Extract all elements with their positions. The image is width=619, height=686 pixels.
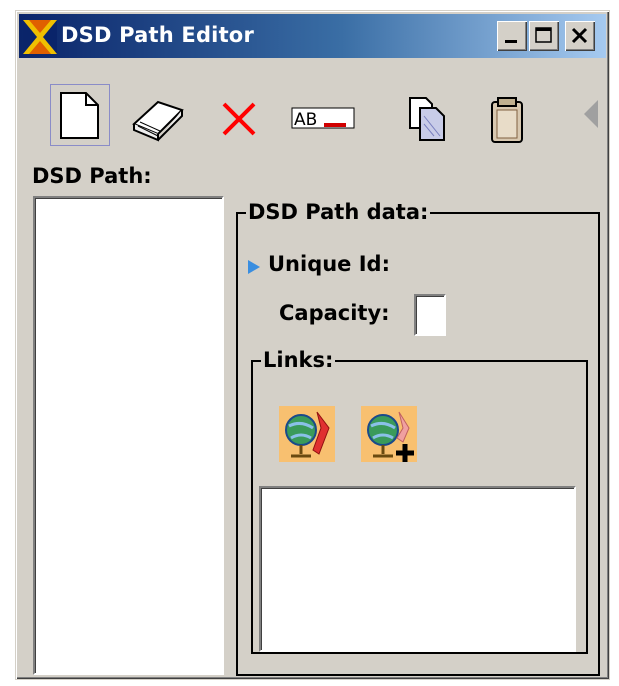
- title-bar[interactable]: DSD Path Editor: [19, 14, 606, 58]
- unique-id-label: Unique Id:: [268, 252, 390, 276]
- globe-link-icon: [279, 406, 335, 462]
- new-path-button[interactable]: [50, 84, 110, 146]
- copy-button[interactable]: [404, 84, 464, 146]
- new-document-icon: [60, 92, 99, 139]
- paste-clipboard-icon: [491, 97, 523, 143]
- paste-button[interactable]: [484, 84, 544, 146]
- clear-button[interactable]: [128, 84, 188, 146]
- eraser-icon: [132, 100, 184, 142]
- toolbar-scroll-left-button[interactable]: [576, 84, 606, 146]
- dsd-path-list[interactable]: [33, 196, 224, 675]
- links-list[interactable]: [259, 486, 576, 652]
- dsd-path-editor-window: DSD Path Editor AB DSD Path: DSD Path da…: [15, 10, 610, 680]
- selection-arrow-icon: [248, 260, 260, 274]
- globe-add-link-icon: [361, 406, 417, 462]
- dsd-path-label: DSD Path:: [32, 164, 152, 188]
- copy-icon: [409, 97, 445, 141]
- maximize-button[interactable]: [529, 21, 559, 51]
- add-new-link-button[interactable]: [361, 406, 417, 462]
- capacity-field[interactable]: [414, 294, 446, 336]
- close-button[interactable]: [565, 21, 595, 51]
- minimize-button[interactable]: [497, 21, 527, 51]
- app-logo-icon: [23, 20, 57, 54]
- rename-icon: AB: [291, 107, 355, 130]
- links-group: Links:: [251, 347, 588, 654]
- scroll-left-arrow-icon: [584, 100, 598, 128]
- capacity-label: Capacity:: [279, 301, 390, 325]
- links-legend: Links:: [261, 347, 336, 373]
- maximize-icon: [535, 27, 552, 43]
- delete-x-icon: [222, 102, 256, 136]
- delete-button[interactable]: [212, 84, 272, 146]
- dsd-path-data-group: DSD Path data: Unique Id: Capacity: Link…: [236, 199, 600, 676]
- window-title: DSD Path Editor: [61, 23, 254, 47]
- add-existing-link-button[interactable]: [279, 406, 335, 462]
- dsd-path-data-legend: DSD Path data:: [246, 199, 431, 225]
- minimize-icon: [505, 40, 517, 43]
- svg-text:AB: AB: [294, 110, 317, 130]
- close-icon: [571, 27, 588, 44]
- rename-button[interactable]: AB: [288, 84, 355, 146]
